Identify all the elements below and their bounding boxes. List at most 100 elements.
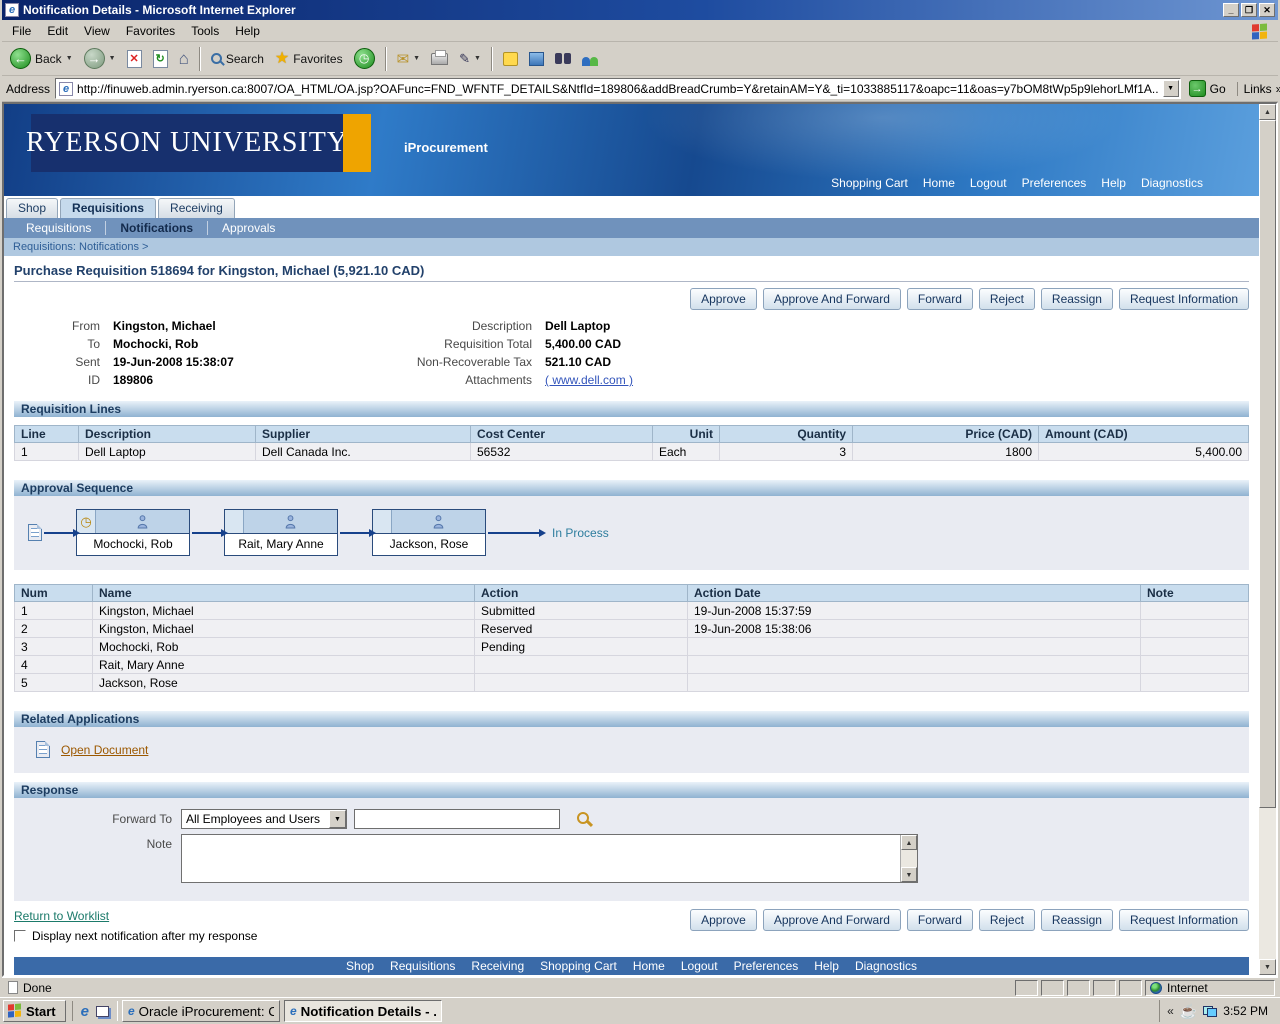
detail-row: Attachments ( www.dell.com )	[362, 372, 633, 388]
action-button[interactable]: Forward	[907, 288, 973, 310]
detail-label: From	[42, 318, 100, 334]
scroll-up-icon[interactable]: ▲	[1259, 104, 1276, 120]
global-link[interactable]: Diagnostics	[1141, 176, 1203, 190]
global-link[interactable]: Logout	[970, 176, 1007, 190]
footer-link[interactable]: Shop	[346, 959, 374, 973]
address-input[interactable]: e http://finuweb.admin.ryerson.ca:8007/O…	[55, 78, 1181, 99]
scroll-up-icon[interactable]: ▲	[901, 835, 917, 850]
lookup-magnifier-icon[interactable]	[577, 812, 589, 824]
approver-node[interactable]: ◷ Rait, Mary Anne	[224, 509, 338, 556]
approval-step: ◷ Mochocki, Rob	[42, 509, 190, 556]
research-button[interactable]	[551, 51, 575, 67]
close-button[interactable]: ✕	[1259, 3, 1275, 17]
scrollbar-track[interactable]	[1259, 120, 1276, 959]
status-doc-icon	[8, 981, 18, 994]
messenger-button[interactable]	[525, 50, 548, 68]
footer-link[interactable]: Home	[633, 959, 665, 973]
menu-item[interactable]: Tools	[183, 21, 227, 41]
action-button[interactable]: Reassign	[1041, 288, 1113, 310]
home-button[interactable]: ⌂	[175, 48, 193, 70]
tray-expand-icon[interactable]: «	[1167, 1004, 1174, 1018]
open-document-link[interactable]: Open Document	[61, 743, 148, 757]
print-button[interactable]	[427, 51, 452, 67]
network-tray-icon[interactable]	[1203, 1006, 1217, 1017]
favorites-button[interactable]: ★ Favorites	[271, 49, 347, 69]
discuss-button[interactable]	[499, 50, 522, 68]
related-applications-body: Open Document	[14, 727, 1249, 773]
menu-item[interactable]: View	[76, 21, 118, 41]
global-link[interactable]: Shopping Cart	[831, 176, 908, 190]
breadcrumb[interactable]: Requisitions: Notifications >	[13, 241, 148, 253]
action-button[interactable]: Approve And Forward	[763, 288, 901, 310]
show-desktop-icon[interactable]	[96, 1006, 109, 1017]
forward-to-input[interactable]	[354, 809, 560, 829]
menu-item[interactable]: Edit	[39, 21, 76, 41]
edit-button[interactable]: ✎▼	[455, 49, 485, 69]
search-button[interactable]: Search	[207, 50, 268, 68]
task-button-notification[interactable]: e Notification Details - ...	[284, 1000, 442, 1022]
forward-to-select[interactable]: All Employees and Users ▼	[181, 809, 347, 829]
address-url[interactable]: http://finuweb.admin.ryerson.ca:8007/OA_…	[77, 82, 1159, 96]
stop-button[interactable]: ✕	[123, 48, 146, 70]
display-next-checkbox[interactable]	[14, 930, 26, 942]
contacts-button[interactable]	[578, 50, 602, 68]
tab[interactable]: Receiving	[158, 198, 235, 218]
forward-button[interactable]: → ▼	[80, 46, 120, 71]
note-textarea[interactable]: ▲ ▼	[181, 834, 918, 883]
action-button[interactable]: Request Information	[1119, 909, 1249, 931]
detail-row: ID 189806	[42, 372, 362, 388]
menu-item[interactable]: Favorites	[118, 21, 183, 41]
go-button[interactable]: → Go	[1186, 79, 1232, 98]
footer-link[interactable]: Shopping Cart	[540, 959, 617, 973]
mail-button[interactable]: ✉▼	[393, 48, 425, 70]
action-button[interactable]: Approve	[690, 909, 757, 931]
java-tray-icon[interactable]: ☕	[1180, 1003, 1197, 1020]
global-link[interactable]: Preferences	[1022, 176, 1087, 190]
action-button[interactable]: Reject	[979, 909, 1035, 931]
back-button[interactable]: ← Back▼	[6, 46, 77, 71]
minimize-button[interactable]: _	[1223, 3, 1239, 17]
tab[interactable]: Requisitions	[60, 198, 156, 218]
scrollbar-thumb[interactable]	[1259, 120, 1276, 808]
footer-link[interactable]: Preferences	[734, 959, 799, 973]
address-dropdown-button[interactable]: ▼	[1163, 80, 1179, 97]
browser-viewport: RYERSON UNIVERSITY iProcurement Shopping…	[2, 102, 1278, 977]
start-button[interactable]: Start	[3, 1000, 66, 1022]
action-button[interactable]: Reassign	[1041, 909, 1113, 931]
select-dropdown-icon[interactable]: ▼	[329, 810, 346, 828]
textarea-scrollbar[interactable]: ▲ ▼	[900, 835, 917, 882]
menu-item[interactable]: File	[4, 21, 39, 41]
scroll-down-icon[interactable]: ▼	[1259, 959, 1276, 975]
action-button[interactable]: Approve	[690, 288, 757, 310]
links-button[interactable]: Links »	[1237, 82, 1280, 96]
task-button-oracle[interactable]: e Oracle iProcurement: Ch...	[122, 1000, 280, 1022]
footer-link[interactable]: Receiving	[471, 959, 524, 973]
global-link[interactable]: Help	[1101, 176, 1126, 190]
action-button[interactable]: Request Information	[1119, 288, 1249, 310]
footer-link[interactable]: Help	[814, 959, 839, 973]
tab[interactable]: Shop	[6, 198, 58, 218]
scroll-down-icon[interactable]: ▼	[901, 867, 917, 882]
search-icon	[211, 53, 222, 64]
refresh-button[interactable]: ↻	[149, 48, 172, 70]
action-buttons-bottom: Approve Approve And Forward Forward Reject R…	[690, 909, 1249, 931]
footer-link[interactable]: Requisitions	[390, 959, 455, 973]
global-link[interactable]: Home	[923, 176, 955, 190]
action-button[interactable]: Forward	[907, 909, 973, 931]
subtab[interactable]: Notifications	[105, 221, 207, 235]
detail-row: Sent 19-Jun-2008 15:38:07	[42, 354, 362, 370]
history-button[interactable]: ◷	[350, 46, 379, 71]
vertical-scrollbar[interactable]: ▲ ▼	[1259, 104, 1276, 975]
ie-quicklaunch-icon[interactable]: e	[81, 1004, 89, 1019]
menu-item[interactable]: Help	[227, 21, 268, 41]
subtab[interactable]: Requisitions	[12, 221, 105, 235]
approver-node[interactable]: ◷ Mochocki, Rob	[76, 509, 190, 556]
subtab[interactable]: Approvals	[207, 221, 289, 235]
footer-link[interactable]: Logout	[681, 959, 718, 973]
action-button[interactable]: Approve And Forward	[763, 909, 901, 931]
restore-button[interactable]: ❐	[1241, 3, 1257, 17]
action-button[interactable]: Reject	[979, 288, 1035, 310]
return-to-worklist-link[interactable]: Return to Worklist	[14, 909, 109, 923]
approver-node[interactable]: ◷ Jackson, Rose	[372, 509, 486, 556]
footer-link[interactable]: Diagnostics	[855, 959, 917, 973]
